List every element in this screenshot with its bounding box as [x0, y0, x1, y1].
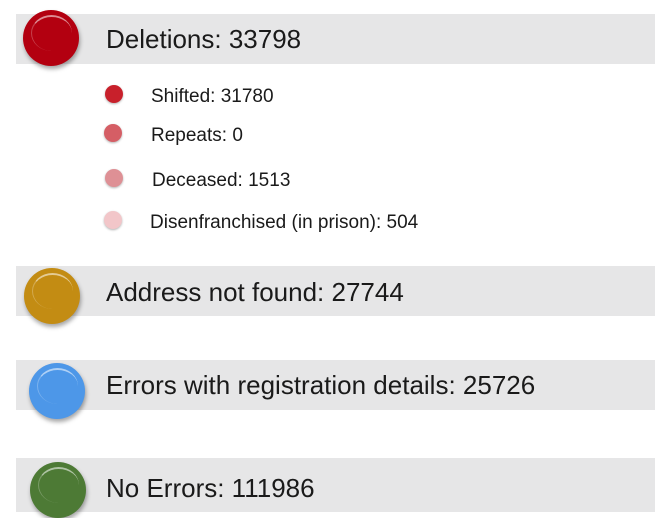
- deceased-label: Deceased: 1513: [152, 170, 291, 191]
- repeats-dot-icon: [104, 124, 122, 142]
- deceased-dot-icon: [105, 169, 123, 187]
- shifted-dot-icon: [105, 85, 123, 103]
- repeats-label: Repeats: 0: [151, 125, 243, 146]
- disenfranchised-label: Disenfranchised (in prison): 504: [150, 212, 419, 233]
- disenfranchised-dot-icon: [104, 211, 122, 229]
- address-not-found-marker-icon: [24, 268, 80, 324]
- address-not-found-label: Address not found: 27744: [106, 277, 404, 307]
- deletions-marker-icon: [23, 10, 79, 66]
- no-errors-label: No Errors: 111986: [106, 473, 315, 503]
- shifted-label: Shifted: 31780: [151, 86, 274, 107]
- registration-errors-marker-icon: [29, 363, 85, 419]
- registration-errors-label: Errors with registration details: 25726: [106, 370, 536, 400]
- deletions-label: Deletions: 33798: [106, 24, 302, 54]
- no-errors-marker-icon: [30, 462, 86, 518]
